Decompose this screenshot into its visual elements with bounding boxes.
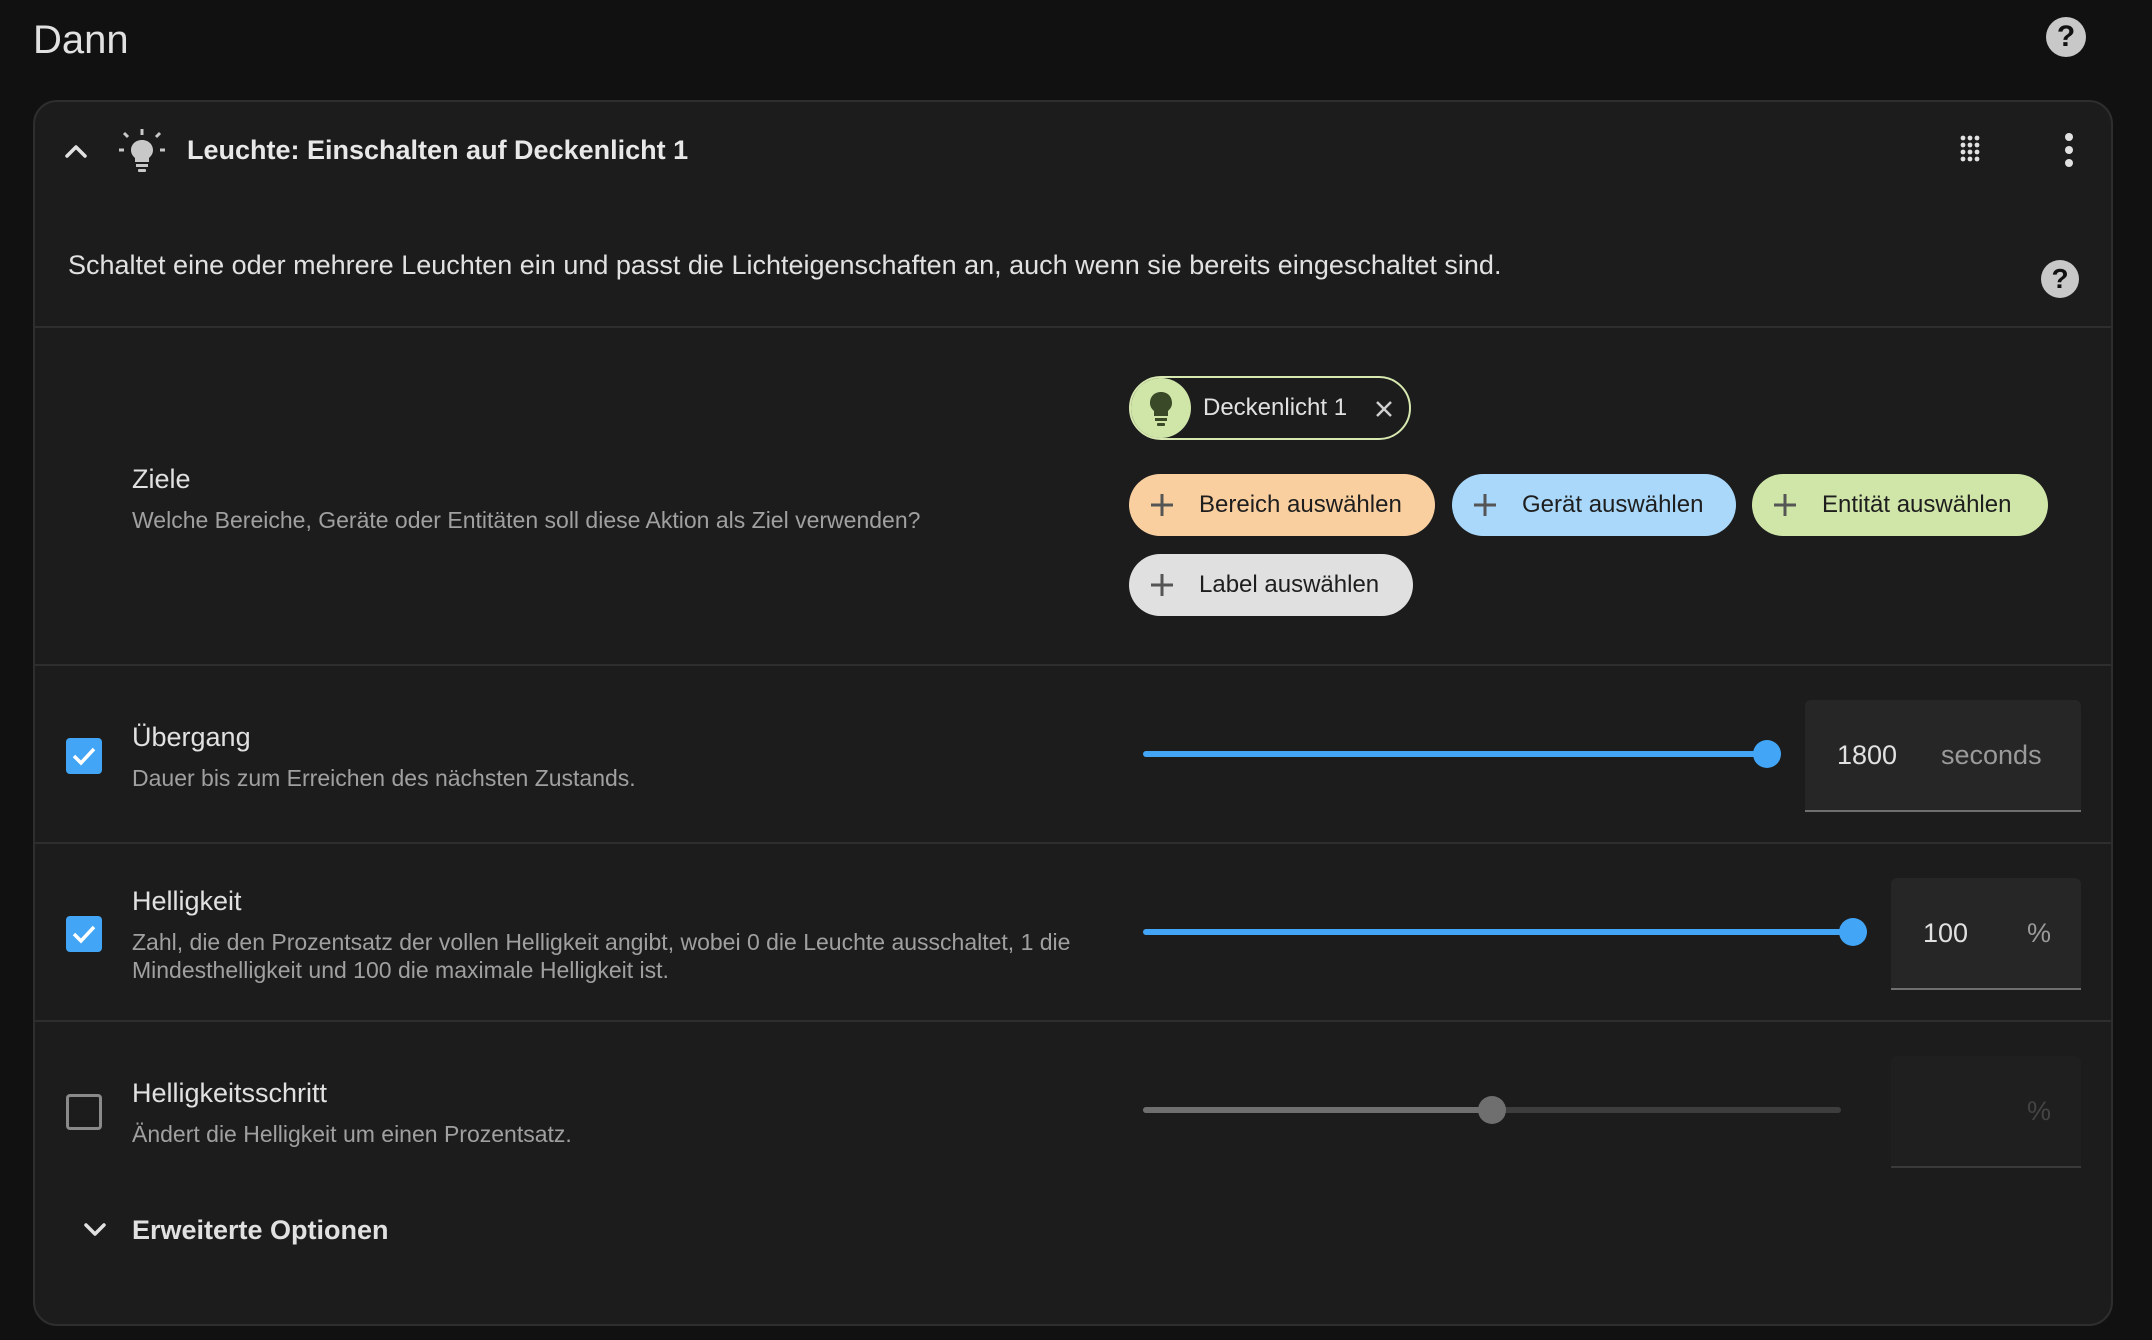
close-icon[interactable] [1373, 398, 1395, 420]
add-device-label: Gerät auswählen [1522, 491, 1704, 518]
slider-track [1143, 929, 1867, 935]
brightness-step-label: Helligkeitsschritt [132, 1078, 328, 1108]
add-label-label: Label auswählen [1199, 571, 1380, 598]
plus-icon [1151, 494, 1173, 516]
brightness-slider[interactable] [1143, 914, 1867, 950]
targets-label: Ziele [132, 464, 191, 494]
plus-icon [1774, 494, 1796, 516]
brightness-step-checkbox[interactable] [66, 1094, 102, 1130]
transition-unit: seconds [1941, 740, 2042, 770]
brightness-step-input[interactable]: % [1891, 1056, 2081, 1168]
transition-subtitle: Dauer bis zum Erreichen des nächsten Zus… [132, 765, 636, 791]
action-card-header[interactable]: Leuchte: Einschalten auf Deckenlicht 1 [35, 102, 2111, 202]
plus-icon [1474, 494, 1496, 516]
action-description: Schaltet eine oder mehrere Leuchten ein … [68, 250, 1502, 280]
entity-chip-label: Deckenlicht 1 [1203, 394, 1348, 421]
divider [35, 1020, 2111, 1022]
add-label-button[interactable]: Label auswählen [1129, 554, 1413, 616]
add-entity-label: Entität auswählen [1822, 491, 2012, 518]
brightness-step-unit: % [2027, 1096, 2052, 1126]
add-device-button[interactable]: Gerät auswählen [1452, 474, 1736, 536]
brightness-step-slider[interactable] [1143, 1092, 1841, 1128]
slider-track [1143, 751, 1781, 757]
brightness-step-subtitle: Ändert die Helligkeit um einen Prozentsa… [132, 1121, 572, 1147]
brightness-checkbox[interactable] [66, 916, 102, 952]
brightness-unit: % [2027, 918, 2052, 948]
transition-label: Übergang [132, 722, 251, 752]
transition-checkbox[interactable] [66, 738, 102, 774]
plus-icon [1151, 574, 1173, 596]
lightbulb-icon [119, 129, 165, 172]
brightness-input[interactable]: 100 % [1891, 878, 2081, 990]
advanced-options-toggle[interactable]: Erweiterte Optionen [132, 1215, 389, 1246]
targets-subtitle: Welche Bereiche, Geräte oder Entitäten s… [132, 507, 921, 533]
chevron-up-icon[interactable] [61, 136, 91, 166]
selected-entity-chip[interactable]: Deckenlicht 1 [1129, 376, 1411, 440]
divider [35, 842, 2111, 844]
slider-thumb[interactable] [1753, 740, 1781, 768]
add-area-button[interactable]: Bereich auswählen [1129, 474, 1435, 536]
page-header: Dann ? [0, 0, 2152, 100]
add-entity-button[interactable]: Entität auswählen [1752, 474, 2048, 536]
transition-input[interactable]: 1800 seconds [1805, 700, 2081, 812]
transition-slider[interactable] [1143, 736, 1781, 772]
page-title: Dann [33, 18, 129, 62]
help-icon[interactable]: ? [2046, 17, 2086, 57]
transition-value: 1800 [1837, 740, 1898, 770]
brightness-label: Helligkeit [132, 886, 242, 916]
entity-avatar [1131, 378, 1191, 438]
action-card: Leuchte: Einschalten auf Deckenlicht 1 S… [33, 100, 2113, 1326]
chevron-down-icon[interactable] [79, 1214, 111, 1246]
check-icon [72, 747, 96, 766]
slider-thumb[interactable] [1478, 1096, 1506, 1124]
check-icon [72, 925, 96, 944]
brightness-subtitle: Zahl, die den Prozentsatz der vollen Hel… [132, 929, 1071, 983]
divider [35, 664, 2111, 666]
divider [35, 326, 2111, 328]
help-icon[interactable]: ? [2041, 260, 2079, 298]
action-title: Leuchte: Einschalten auf Deckenlicht 1 [187, 135, 689, 165]
brightness-value: 100 [1923, 918, 1969, 948]
drag-handle-icon[interactable] [1955, 132, 1991, 168]
slider-thumb[interactable] [1839, 918, 1867, 946]
add-area-label: Bereich auswählen [1199, 491, 1402, 518]
more-vert-icon[interactable] [2051, 130, 2087, 170]
slider-track-fill [1143, 1107, 1492, 1113]
lightbulb-icon [1150, 392, 1172, 426]
